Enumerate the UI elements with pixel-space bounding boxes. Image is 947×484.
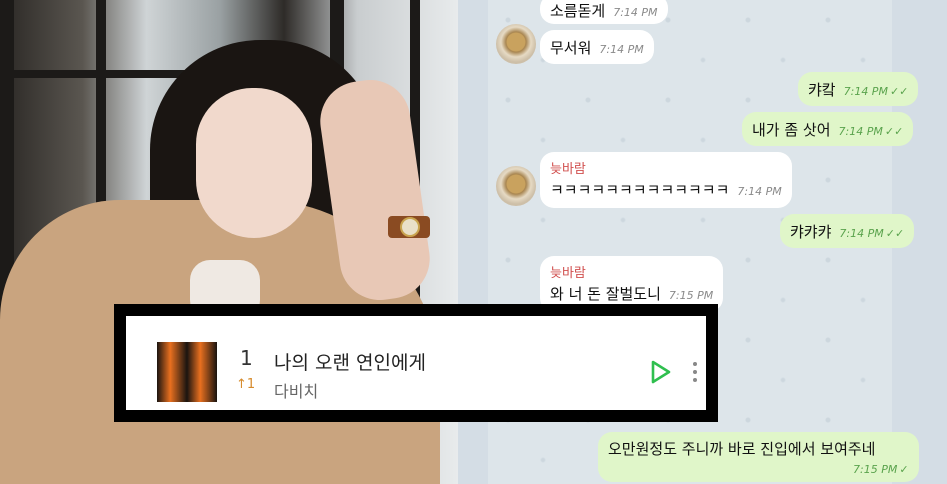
chat-message: 캬캬캬 7:14 PM ✓✓ <box>780 214 915 248</box>
song-title[interactable]: 나의 오랜 연인에게 <box>274 348 426 375</box>
avatar[interactable] <box>496 24 536 64</box>
rank-change: ↑1 <box>236 377 256 392</box>
avatar[interactable] <box>496 166 536 206</box>
chat-message: 무서워 7:14 PM <box>540 30 654 64</box>
chat-message: 오만원정도 주니까 바로 진입에서 보여주네 7:15 PM ✓ <box>598 432 919 482</box>
play-icon[interactable] <box>650 360 672 384</box>
chat-message: 캬캌 7:14 PM ✓✓ <box>798 72 919 106</box>
chat-message: 내가 좀 삿어 7:14 PM ✓✓ <box>742 112 914 146</box>
more-vertical-icon[interactable] <box>692 360 698 384</box>
sender-name: 늦바람 <box>550 162 586 177</box>
chart-rank: 1 <box>240 346 253 370</box>
chat-message: 늦바람 ㅋㅋㅋㅋㅋㅋㅋㅋㅋㅋㅋㅋㅋ 7:14 PM <box>540 152 792 208</box>
song-row[interactable]: 1 ↑1 나의 오랜 연인에게 다비치 <box>126 316 706 410</box>
artist-name[interactable]: 다비치 <box>274 378 318 402</box>
music-player-card: 1 ↑1 나의 오랜 연인에게 다비치 <box>114 304 718 422</box>
sender-name: 늦바람 <box>550 266 586 281</box>
album-cover[interactable] <box>157 342 217 402</box>
chat-message: 소름돋게 7:14 PM <box>540 0 668 24</box>
